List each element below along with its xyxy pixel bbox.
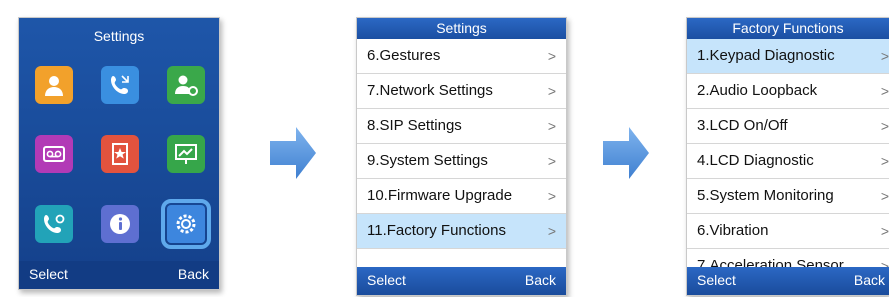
advanced-settings-icon[interactable]: [161, 199, 211, 249]
list-item-selected[interactable]: 11.Factory Functions >: [357, 214, 566, 249]
softkey-back[interactable]: Back: [854, 272, 885, 288]
chevron-right-icon: >: [547, 118, 556, 134]
call-features-icon[interactable]: [35, 205, 73, 243]
softkey-select[interactable]: Select: [367, 272, 406, 288]
list-item[interactable]: 5.System Monitoring >: [687, 179, 889, 214]
list-item-label: 6.Vibration: [697, 222, 769, 239]
list-item[interactable]: 3.LCD On/Off >: [687, 109, 889, 144]
list-item[interactable]: 4.LCD Diagnostic >: [687, 144, 889, 179]
list-item-label: 2.Audio Loopback: [697, 82, 818, 99]
display-icon[interactable]: [167, 135, 205, 173]
settings-grid-screen: Settings Select Back: [18, 17, 220, 290]
list-item-label: 7.Network Settings: [367, 82, 493, 99]
list-item-label: 4.LCD Diagnostic: [697, 152, 814, 169]
list-item[interactable]: 8.SIP Settings >: [357, 109, 566, 144]
contact-icon[interactable]: [35, 66, 73, 104]
favorites-icon[interactable]: [101, 135, 139, 173]
softkey-bar: Select Back: [19, 261, 219, 289]
list-item-label: 3.LCD On/Off: [697, 117, 788, 134]
chevron-right-icon: >: [547, 83, 556, 99]
list-item[interactable]: 10.Firmware Upgrade >: [357, 179, 566, 214]
chevron-right-icon: >: [880, 118, 889, 134]
settings-list-screen: Settings 6.Gestures > 7.Network Settings >…: [356, 17, 567, 296]
list-item-label: 6.Gestures: [367, 47, 441, 64]
screen-title: Factory Functions: [687, 18, 889, 39]
list-item-label: 9.System Settings: [367, 152, 488, 169]
info-icon[interactable]: [101, 205, 139, 243]
factory-functions-screen: Factory Functions 1.Keypad Diagnostic > 2…: [686, 17, 889, 296]
list-item-label: 8.SIP Settings: [367, 117, 462, 134]
call-settings-icon[interactable]: [101, 66, 139, 104]
chevron-right-icon: >: [880, 48, 889, 64]
chevron-right-icon: >: [880, 223, 889, 239]
softkey-back[interactable]: Back: [525, 272, 556, 288]
list-item-label: 5.System Monitoring: [697, 187, 834, 204]
list-item[interactable]: 6.Gestures >: [357, 39, 566, 74]
softkey-bar: Select Back: [357, 267, 566, 295]
list-item[interactable]: 6.Vibration >: [687, 214, 889, 249]
screen-title: Settings: [93, 28, 145, 44]
list-item-label: 1.Keypad Diagnostic: [697, 47, 835, 64]
list-item[interactable]: 7.Network Settings >: [357, 74, 566, 109]
voicemail-icon[interactable]: [35, 135, 73, 173]
screen-title: Settings: [357, 18, 566, 39]
chevron-right-icon: >: [547, 153, 556, 169]
list-item[interactable]: 2.Audio Loopback >: [687, 74, 889, 109]
right-arrow-icon: [270, 127, 316, 179]
chevron-right-icon: >: [547, 48, 556, 64]
chevron-right-icon: >: [547, 223, 556, 239]
list-item[interactable]: 9.System Settings >: [357, 144, 566, 179]
list-item-selected[interactable]: 1.Keypad Diagnostic >: [687, 39, 889, 74]
list-item-label: 10.Firmware Upgrade: [367, 187, 513, 204]
right-arrow-icon: [603, 127, 649, 179]
chevron-right-icon: >: [547, 188, 556, 204]
chevron-right-icon: >: [880, 83, 889, 99]
softkey-bar: Select Back: [687, 267, 889, 295]
softkey-select[interactable]: Select: [29, 266, 68, 282]
chevron-right-icon: >: [880, 153, 889, 169]
softkey-back[interactable]: Back: [178, 266, 209, 282]
softkey-select[interactable]: Select: [697, 272, 736, 288]
list-item-label: 11.Factory Functions: [367, 222, 506, 239]
chevron-right-icon: >: [880, 188, 889, 204]
account-settings-icon[interactable]: [167, 66, 205, 104]
